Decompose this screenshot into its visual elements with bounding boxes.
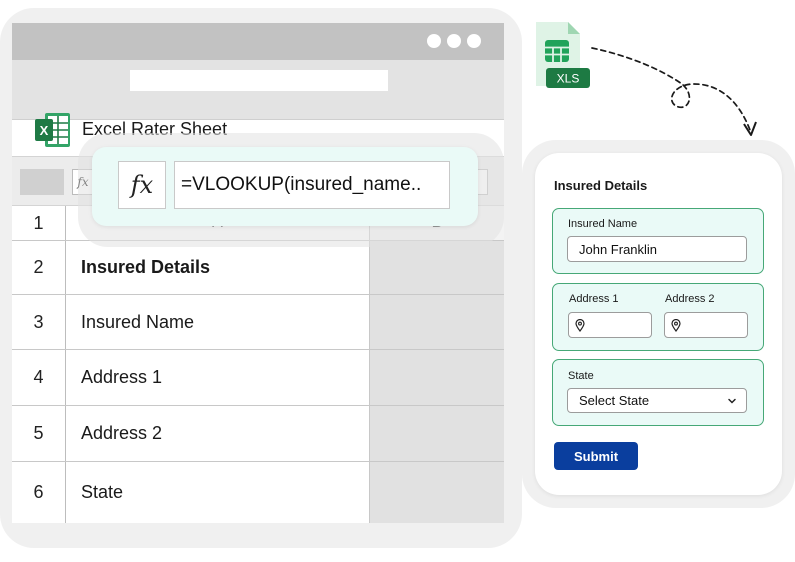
- address2-label: Address 2: [665, 293, 715, 305]
- chevron-down-icon: [728, 398, 736, 404]
- name-box[interactable]: [20, 169, 64, 195]
- address1-input[interactable]: [568, 312, 652, 338]
- function-icon[interactable]: fx: [118, 161, 166, 209]
- svg-text:X: X: [40, 123, 49, 138]
- insured-form: Insured Details Insured Name John Frankl…: [535, 153, 782, 495]
- row-number[interactable]: 1: [12, 206, 66, 240]
- cell-a[interactable]: Insured Name: [66, 295, 369, 349]
- cell-a[interactable]: Address 2: [66, 406, 369, 461]
- address-row: [12, 60, 504, 120]
- title-bar: [12, 23, 504, 60]
- cell-b[interactable]: [369, 295, 504, 349]
- state-label: State: [568, 370, 594, 382]
- address1-label: Address 1: [569, 293, 619, 305]
- row-number[interactable]: 4: [12, 350, 66, 405]
- cell-b[interactable]: [369, 462, 504, 523]
- cell-a[interactable]: Address 1: [66, 350, 369, 405]
- cell-b[interactable]: [369, 241, 504, 294]
- location-pin-icon: [671, 319, 681, 332]
- excel-logo-icon: X: [35, 113, 70, 147]
- cell-a[interactable]: Insured Details: [66, 241, 369, 294]
- formula-bar: fx =VLOOKUP(insured_name..: [92, 147, 478, 226]
- window-control-dot[interactable]: [447, 34, 461, 48]
- state-select[interactable]: Select State: [567, 388, 747, 413]
- table-row: 6 State: [12, 462, 504, 523]
- cell-b[interactable]: [369, 350, 504, 405]
- cell-b[interactable]: [369, 406, 504, 461]
- address2-input[interactable]: [664, 312, 748, 338]
- form-title: Insured Details: [554, 178, 648, 193]
- row-number[interactable]: 6: [12, 462, 66, 523]
- state-select-value: Select State: [579, 393, 650, 408]
- window-control-dot[interactable]: [427, 34, 441, 48]
- insured-name-label: Insured Name: [568, 218, 638, 230]
- file-type-label: XLS: [557, 72, 580, 86]
- formula-input[interactable]: =VLOOKUP(insured_name..: [174, 161, 450, 209]
- table-row: 2 Insured Details: [12, 241, 504, 295]
- location-pin-icon: [575, 319, 585, 332]
- spreadsheet-file-icon: XLS: [536, 22, 590, 88]
- insured-name-input[interactable]: John Franklin: [567, 236, 747, 262]
- row-number[interactable]: 5: [12, 406, 66, 461]
- cell-a[interactable]: State: [66, 462, 369, 523]
- address-bar[interactable]: [130, 70, 388, 91]
- sheet-grid: 1 A B 2 Insured Details 3 Insured Name 4…: [12, 206, 504, 523]
- address-group: Address 1 Address 2: [552, 283, 764, 351]
- submit-button[interactable]: Submit: [554, 442, 638, 470]
- row-number[interactable]: 3: [12, 295, 66, 349]
- table-row: 4 Address 1: [12, 350, 504, 406]
- table-row: 3 Insured Name: [12, 295, 504, 350]
- state-group: State Select State: [552, 359, 764, 426]
- row-number[interactable]: 2: [12, 241, 66, 294]
- spreadsheet-window: X Excel Rater Sheet fx 1 A B 2 Insured D…: [12, 23, 504, 523]
- insured-name-group: Insured Name John Franklin: [552, 208, 764, 274]
- window-control-dot[interactable]: [467, 34, 481, 48]
- table-row: 5 Address 2: [12, 406, 504, 462]
- dashed-arrow-icon: [591, 47, 757, 136]
